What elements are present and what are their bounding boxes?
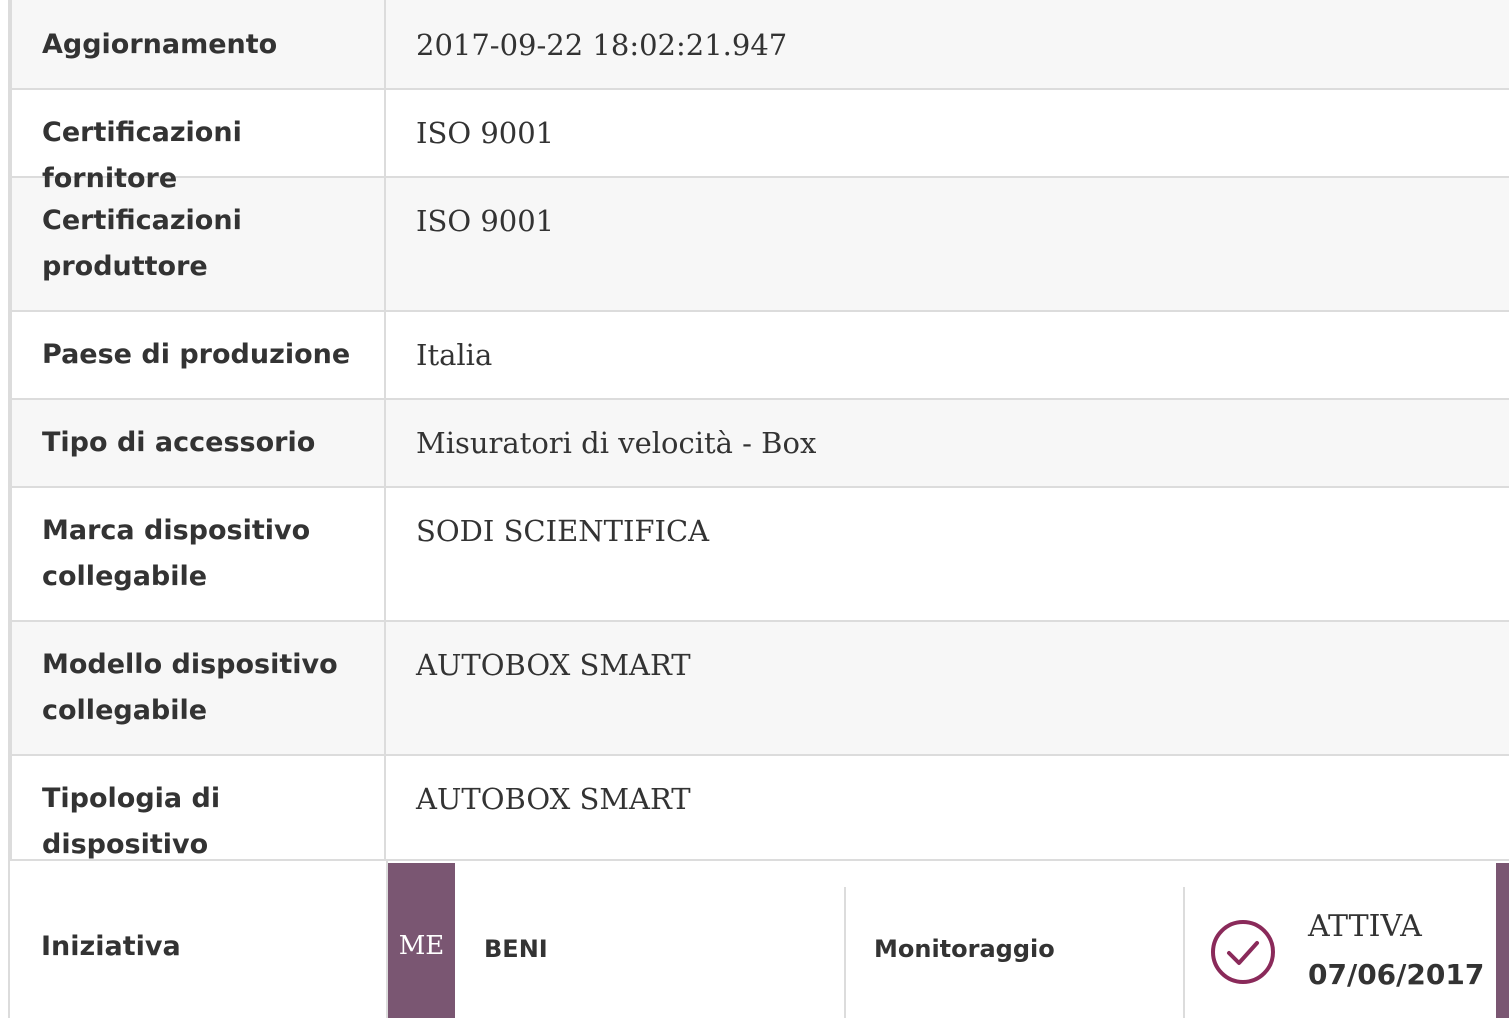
detail-value: SODI SCIENTIFICA bbox=[416, 514, 710, 548]
status-date: 07/06/2017 bbox=[1308, 958, 1485, 991]
detail-row-certificazioni-fornitore: Certificazioni fornitore ISO 9001 bbox=[10, 88, 1509, 194]
detail-row-certificazioni-produttore: Certificazioni produttore ISO 9001 bbox=[10, 176, 1509, 312]
iniziativa-label: Iniziativa bbox=[41, 931, 181, 962]
details-table: Aggiornamento 2017-09-22 18:02:21.947 Ce… bbox=[10, 0, 1509, 906]
monitoraggio-link[interactable]: Monitoraggio bbox=[874, 935, 1055, 963]
check-circle-icon bbox=[1211, 920, 1275, 984]
accent-bar bbox=[1496, 863, 1509, 1018]
detail-value: 2017-09-22 18:02:21.947 bbox=[416, 28, 788, 62]
detail-row-aggiornamento: Aggiornamento 2017-09-22 18:02:21.947 bbox=[10, 0, 1509, 90]
separator bbox=[1183, 887, 1185, 1018]
detail-value: ISO 9001 bbox=[416, 116, 555, 150]
detail-row-paese-di-produzione: Paese di produzione Italia bbox=[10, 310, 1509, 400]
detail-label: Aggiornamento bbox=[42, 29, 278, 60]
category-label[interactable]: BENI bbox=[484, 935, 548, 963]
separator bbox=[844, 887, 846, 1018]
detail-label: Modello dispositivo collegabile bbox=[42, 649, 338, 726]
detail-label: Tipo di accessorio bbox=[42, 427, 316, 458]
status-badge: ATTIVA bbox=[1308, 909, 1422, 944]
detail-label: Certificazioni fornitore bbox=[42, 117, 242, 194]
detail-row-marca-dispositivo: Marca dispositivo collegabile SODI SCIEN… bbox=[10, 486, 1509, 622]
detail-row-tipo-di-accessorio: Tipo di accessorio Misuratori di velocit… bbox=[10, 398, 1509, 488]
me-badge: ME bbox=[388, 863, 455, 1018]
detail-label: Marca dispositivo collegabile bbox=[42, 515, 311, 592]
detail-label: Certificazioni produttore bbox=[42, 205, 242, 282]
detail-label: Paese di produzione bbox=[42, 339, 351, 370]
detail-row-modello-dispositivo: Modello dispositivo collegabile AUTOBOX … bbox=[10, 620, 1509, 756]
detail-value: Misuratori di velocità - Box bbox=[416, 426, 817, 460]
detail-value: AUTOBOX SMART bbox=[416, 648, 691, 682]
iniziativa-row: Iniziativa ME BENI Monitoraggio ATTIVA 0… bbox=[10, 859, 1509, 1018]
detail-value: Italia bbox=[416, 338, 493, 372]
detail-value: ISO 9001 bbox=[416, 204, 555, 238]
product-details-page: Aggiornamento 2017-09-22 18:02:21.947 Ce… bbox=[0, 0, 1509, 1018]
